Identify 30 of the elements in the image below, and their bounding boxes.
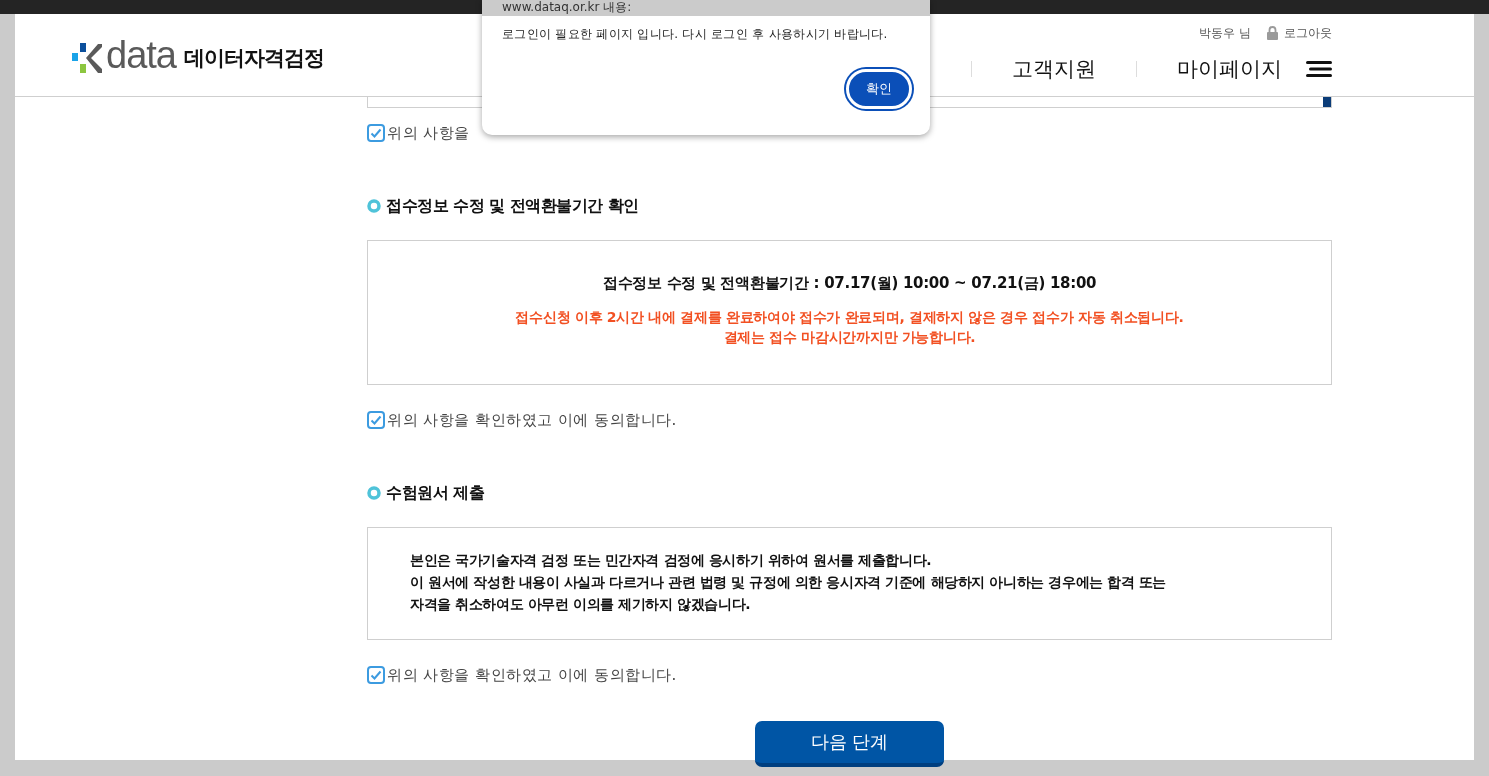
checkbox[interactable]	[367, 666, 385, 684]
user-name: 박동우 님	[1199, 24, 1251, 42]
next-step-button[interactable]: 다음 단계	[755, 721, 944, 767]
menu-icon[interactable]	[1306, 60, 1332, 78]
scrollbar-thumb[interactable]	[1323, 97, 1331, 107]
pledge-text: 자격을 취소하여도 아무런 이의를 제기하지 않겠습니다.	[410, 595, 752, 614]
dialog-message: 로그인이 필요한 페이지 입니다. 다시 로그인 후 사용하시기 바랍니다.	[501, 26, 889, 43]
logo-wordmark: data	[106, 36, 176, 74]
bullet-icon	[367, 199, 381, 213]
section-title: 접수정보 수정 및 전액환불기간 확인	[386, 195, 639, 217]
notice-heading: 접수정보 수정 및 전액환불기간 : 07.17(월) 10:00 ~ 07.21(금) 18:00	[602, 274, 1097, 293]
logo-text: 데이터자격검정	[183, 45, 324, 72]
pledge-text: 이 원서에 작성한 내용이 사실과 다르거나 관련 법령 및 규정에 의한 응시자격 기준에 해당하지 아니하는 경우에는 합격 또는	[410, 573, 1168, 592]
logout-link[interactable]: 로그아웃	[1284, 24, 1332, 42]
checkbox-label: 위의 사항을 확인하였고 이에 동의합니다.	[387, 410, 677, 430]
nav-link[interactable]: 고객지원	[1012, 55, 1096, 83]
warning-text: 접수신청 이후 2시간 내에 결제를 완료하여야 접수가 완료되며, 결제하지 않은 경우 접수가 자동 취소됩니다.	[515, 308, 1184, 327]
checkbox[interactable]	[367, 411, 385, 429]
checkbox-label: 위의 사항을 확인하였고 이에 동의합니다.	[387, 665, 677, 685]
ok-button[interactable]: 확인	[846, 69, 912, 109]
warning-text: 결제는 접수 마감시간까지만 가능합니다.	[723, 328, 976, 347]
checkbox-label: 위의 사항을	[387, 123, 470, 143]
nav-link[interactable]: 마이페이지	[1177, 55, 1282, 83]
section-title: 수험원서 제출	[386, 482, 485, 504]
lock-icon	[1267, 26, 1278, 40]
dialog-title: www.dataq.or.kr 내용:	[502, 0, 632, 15]
pledge-text: 본인은 국가기술자격 검정 또는 민간자격 검정에 응시하기 위하여 원서를 제출합니다.	[410, 551, 933, 570]
logo-mark-icon	[72, 41, 102, 75]
checkbox[interactable]	[367, 124, 385, 142]
bullet-icon	[367, 486, 381, 500]
